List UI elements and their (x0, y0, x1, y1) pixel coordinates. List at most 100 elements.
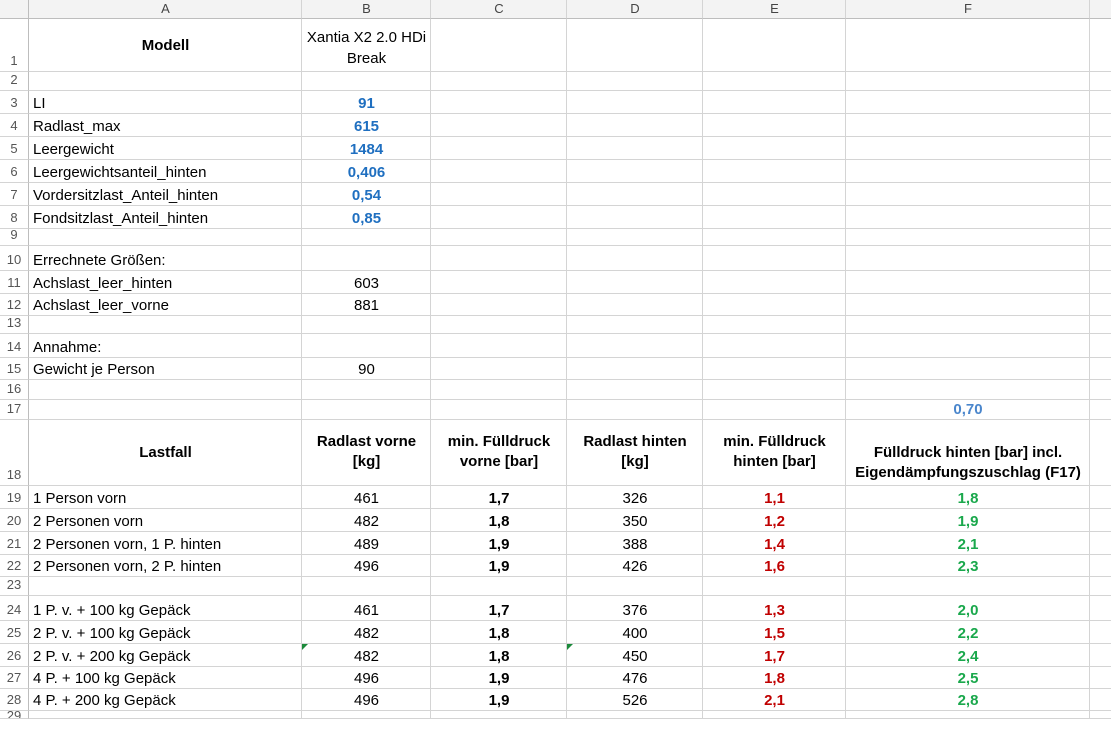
cell-model-name[interactable]: Xantia X2 2.0 HDi Break (302, 19, 431, 72)
row-header-9[interactable]: 9 (0, 229, 29, 246)
cell-empty[interactable] (567, 271, 703, 294)
cell-empty[interactable] (1090, 596, 1111, 621)
cell-empty[interactable] (703, 246, 846, 271)
cell-empty[interactable] (703, 114, 846, 137)
cell-fuelldruck-incl[interactable]: 2,0 (846, 596, 1090, 621)
cell-fuelldruck-hinten[interactable]: 1,8 (703, 667, 846, 689)
cell-empty[interactable] (703, 316, 846, 334)
cell-empty[interactable] (431, 380, 567, 400)
cell-empty[interactable] (846, 294, 1090, 316)
cell-empty[interactable] (302, 246, 431, 271)
cell-empty[interactable] (1090, 316, 1111, 334)
cell-empty[interactable] (431, 91, 567, 114)
cell-empty[interactable] (846, 19, 1090, 72)
row-header-10[interactable]: 10 (0, 246, 29, 271)
cell-empty[interactable] (29, 229, 302, 246)
cell-empty[interactable] (567, 183, 703, 206)
cell-empty[interactable] (703, 137, 846, 160)
cell-empty[interactable] (567, 229, 703, 246)
column-header-g[interactable] (1090, 0, 1111, 19)
row-header-15[interactable]: 15 (0, 358, 29, 380)
cell-empty[interactable] (431, 137, 567, 160)
cell-radlast-vorne[interactable]: 496 (302, 689, 431, 711)
row-header-1[interactable]: 1 (0, 19, 29, 72)
cell-empty[interactable] (703, 72, 846, 91)
cell-empty[interactable] (302, 577, 431, 596)
cell-radlast-hinten[interactable]: 350 (567, 509, 703, 532)
cell-empty[interactable] (567, 380, 703, 400)
cell-empty[interactable] (846, 160, 1090, 183)
cell-empty[interactable] (846, 246, 1090, 271)
cell-empty[interactable] (1090, 72, 1111, 91)
cell-empty[interactable] (431, 19, 567, 72)
cell-radlast-vorne[interactable]: 482 (302, 621, 431, 644)
cell-empty[interactable] (567, 334, 703, 358)
cell-param-value[interactable]: 1484 (302, 137, 431, 160)
cell-fuelldruck-hinten[interactable]: 2,1 (703, 689, 846, 711)
cell-empty[interactable] (1090, 711, 1111, 719)
cell-empty[interactable] (703, 400, 846, 420)
cell-empty[interactable] (567, 294, 703, 316)
cell-fuelldruck-hinten[interactable]: 1,7 (703, 644, 846, 667)
cell-radlast-hinten[interactable]: 426 (567, 555, 703, 577)
column-header-b[interactable]: B (302, 0, 431, 19)
cell-radlast-hinten[interactable]: 388 (567, 532, 703, 555)
cell-fuelldruck-vorne[interactable]: 1,9 (431, 532, 567, 555)
cell-empty[interactable] (1090, 91, 1111, 114)
cell-fuelldruck-incl[interactable]: 2,3 (846, 555, 1090, 577)
row-header-2[interactable]: 2 (0, 72, 29, 91)
cell-empty[interactable] (703, 294, 846, 316)
cell-radlast-hinten[interactable]: 450 (567, 644, 703, 667)
cell-lastfall[interactable]: 1 P. v. + 100 kg Gepäck (29, 596, 302, 621)
row-header-26[interactable]: 26 (0, 644, 29, 667)
cell-empty[interactable] (567, 206, 703, 229)
row-header-8[interactable]: 8 (0, 206, 29, 229)
header-radlast-hinten[interactable]: Radlast hinten [kg] (567, 420, 703, 486)
cell-f17-value[interactable]: 0,70 (846, 400, 1090, 420)
cell-empty[interactable] (302, 400, 431, 420)
cell-empty[interactable] (1090, 621, 1111, 644)
row-header-6[interactable]: 6 (0, 160, 29, 183)
cell-fuelldruck-hinten[interactable]: 1,5 (703, 621, 846, 644)
row-header-3[interactable]: 3 (0, 91, 29, 114)
cell-param-value[interactable]: 0,54 (302, 183, 431, 206)
cell-empty[interactable] (846, 183, 1090, 206)
cell-param-label[interactable]: Radlast_max (29, 114, 302, 137)
cell-fuelldruck-vorne[interactable]: 1,9 (431, 667, 567, 689)
cell-empty[interactable] (703, 19, 846, 72)
cell-empty[interactable] (1090, 577, 1111, 596)
cell-empty[interactable] (1090, 667, 1111, 689)
cell-radlast-hinten[interactable]: 526 (567, 689, 703, 711)
cell-empty[interactable] (1090, 160, 1111, 183)
cell-lastfall[interactable]: 4 P. + 200 kg Gepäck (29, 689, 302, 711)
row-header-27[interactable]: 27 (0, 667, 29, 689)
cell-empty[interactable] (302, 711, 431, 719)
row-header-17[interactable]: 17 (0, 400, 29, 420)
header-radlast-vorne[interactable]: Radlast vorne [kg] (302, 420, 431, 486)
header-lastfall[interactable]: Lastfall (29, 420, 302, 486)
cell-empty[interactable] (703, 229, 846, 246)
cell-empty[interactable] (703, 183, 846, 206)
cell-fuelldruck-incl[interactable]: 2,5 (846, 667, 1090, 689)
row-header-7[interactable]: 7 (0, 183, 29, 206)
cell-empty[interactable] (431, 358, 567, 380)
cell-empty[interactable] (431, 229, 567, 246)
cell-empty[interactable] (29, 316, 302, 334)
cell-empty[interactable] (703, 160, 846, 183)
cell-empty[interactable] (703, 271, 846, 294)
cell-empty[interactable] (1090, 206, 1111, 229)
cell-empty[interactable] (431, 294, 567, 316)
cell-empty[interactable] (29, 577, 302, 596)
cell-fuelldruck-vorne[interactable]: 1,8 (431, 509, 567, 532)
cell-lastfall[interactable]: 4 P. + 100 kg Gepäck (29, 667, 302, 689)
cell-empty[interactable] (431, 114, 567, 137)
cell-param-label[interactable]: Vordersitzlast_Anteil_hinten (29, 183, 302, 206)
cell-empty[interactable] (431, 400, 567, 420)
column-header-f[interactable]: F (846, 0, 1090, 19)
row-header-14[interactable]: 14 (0, 334, 29, 358)
cell-empty[interactable] (302, 380, 431, 400)
cell-empty[interactable] (1090, 114, 1111, 137)
cell-empty[interactable] (846, 358, 1090, 380)
select-all-corner[interactable] (0, 0, 29, 19)
cell-radlast-vorne[interactable]: 489 (302, 532, 431, 555)
